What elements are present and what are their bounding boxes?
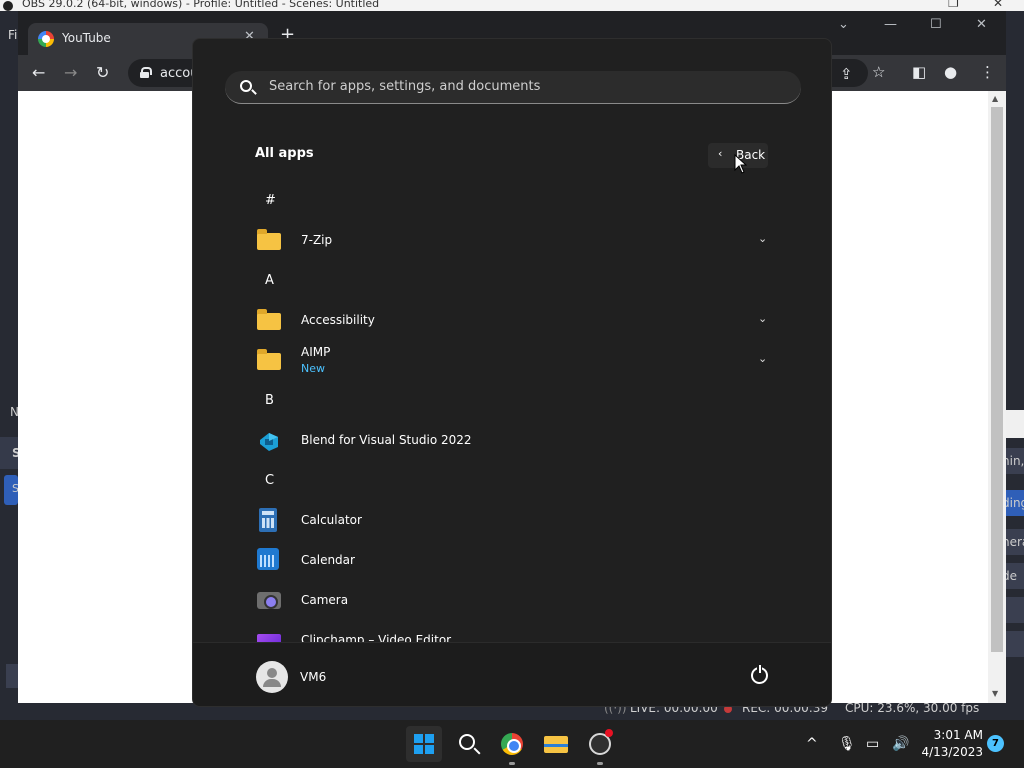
app-name: AIMP xyxy=(301,345,331,359)
calculator-icon xyxy=(259,508,277,532)
tab-title: YouTube xyxy=(62,31,111,45)
folder-icon xyxy=(257,229,281,250)
app-name: Clipchamp – Video Editor xyxy=(301,633,452,642)
start-footer: VM6 xyxy=(193,642,831,706)
chevron-down-icon[interactable]: ⌄ xyxy=(758,232,767,245)
minimize-icon[interactable]: — xyxy=(884,17,897,32)
chevron-down-icon[interactable]: ⌄ xyxy=(758,352,767,365)
obs-menu-file[interactable]: Fi xyxy=(8,28,17,42)
app-clipchamp[interactable]: Clipchamp – Video Editor xyxy=(253,620,773,642)
blend-icon xyxy=(260,433,278,451)
obs-close-icon[interactable]: ✕ xyxy=(993,0,1003,10)
scroll-up-icon[interactable]: ▲ xyxy=(992,94,998,103)
scroll-thumb[interactable] xyxy=(991,107,1003,652)
app-name: 7-Zip xyxy=(301,233,333,247)
app-camera[interactable]: Camera xyxy=(253,580,773,620)
search-icon xyxy=(459,734,475,750)
maximize-icon[interactable]: ☐ xyxy=(930,17,942,32)
obs-add-button[interactable] xyxy=(6,664,18,688)
chrome-icon xyxy=(501,733,523,755)
page-scrollbar[interactable]: ▲ ▼ xyxy=(988,91,1006,703)
more-menu-icon[interactable]: ⋮ xyxy=(980,63,995,81)
taskbar-search-button[interactable] xyxy=(450,726,486,762)
start-menu: Search for apps, settings, and documents… xyxy=(192,38,832,707)
side-panel-icon[interactable]: ◧ xyxy=(912,63,926,81)
search-icon xyxy=(240,80,252,92)
start-search-input[interactable]: Search for apps, settings, and documents xyxy=(225,71,801,104)
back-arrow-icon[interactable]: ← xyxy=(32,63,45,82)
bookmark-star-icon[interactable]: ☆ xyxy=(872,63,885,81)
folder-icon xyxy=(257,309,281,330)
app-name: Camera xyxy=(301,593,349,607)
folder-icon xyxy=(257,349,281,370)
section-letter[interactable]: B xyxy=(265,393,274,408)
obs-status-cpu: CPU: 23.6%, 30.00 fps xyxy=(845,701,980,715)
all-apps-list: # 7-Zip ⌄ A Accessibility ⌄ AIMP New ⌄ B xyxy=(193,179,831,642)
obs-logo-icon xyxy=(3,1,13,11)
recording-badge-icon xyxy=(605,729,613,737)
address-bar[interactable]: accou xyxy=(128,59,202,87)
taskbar: ^ 🎙 ▭ 🔊 3:01 AM 4/13/2023 7 xyxy=(0,720,1024,768)
clock-time[interactable]: 3:01 AM xyxy=(928,728,983,742)
user-name[interactable]: VM6 xyxy=(300,670,326,684)
volume-icon[interactable]: 🔊 xyxy=(892,736,909,752)
search-placeholder: Search for apps, settings, and documents xyxy=(269,79,541,94)
clock-date[interactable]: 4/13/2023 xyxy=(918,745,983,759)
reload-icon[interactable]: ↻ xyxy=(96,63,109,82)
start-button[interactable] xyxy=(406,726,442,762)
camera-icon xyxy=(257,592,281,609)
close-window-icon[interactable]: ✕ xyxy=(976,17,987,32)
obs-titlebar: OBS 29.0.2 (64-bit, windows) - Profile: … xyxy=(0,0,1024,11)
app-calculator[interactable]: Calculator xyxy=(253,500,773,540)
section-letter[interactable]: C xyxy=(265,473,274,488)
clipchamp-icon xyxy=(257,634,281,642)
user-avatar-icon[interactable] xyxy=(256,661,288,693)
file-explorer-icon xyxy=(544,736,568,753)
power-icon[interactable] xyxy=(751,664,768,684)
obs-window-title: OBS 29.0.2 (64-bit, windows) - Profile: … xyxy=(22,0,380,10)
chevron-down-icon[interactable]: ⌄ xyxy=(758,312,767,325)
chevron-left-icon: ‹ xyxy=(718,147,723,160)
network-icon[interactable]: ▭ xyxy=(866,736,879,752)
mouse-cursor-icon xyxy=(734,154,747,174)
running-indicator xyxy=(597,762,603,765)
app-name: Calendar xyxy=(301,553,355,567)
notification-badge[interactable]: 7 xyxy=(987,735,1004,752)
obs-right-panel-top xyxy=(1006,410,1024,438)
app-name: Accessibility xyxy=(301,313,375,327)
app-7zip[interactable]: 7-Zip ⌄ xyxy=(253,220,773,260)
forward-arrow-icon[interactable]: → xyxy=(64,63,77,82)
profile-icon[interactable]: ● xyxy=(944,63,957,81)
app-aimp[interactable]: AIMP New ⌄ xyxy=(253,340,773,380)
section-letter[interactable]: # xyxy=(265,193,276,208)
running-indicator xyxy=(509,762,515,765)
windows-logo-icon xyxy=(414,734,434,754)
google-favicon-icon xyxy=(38,31,54,47)
scroll-down-icon[interactable]: ▼ xyxy=(992,689,998,698)
tab-search-icon[interactable]: ⌄ xyxy=(838,17,849,32)
app-calendar[interactable]: Calendar xyxy=(253,540,773,580)
show-hidden-icons-chevron-icon[interactable]: ^ xyxy=(806,736,818,752)
new-badge: New xyxy=(301,362,325,375)
app-accessibility[interactable]: Accessibility ⌄ xyxy=(253,300,773,340)
section-letter[interactable]: A xyxy=(265,273,274,288)
lock-icon xyxy=(140,67,152,78)
address-bar-end[interactable]: ⇪ xyxy=(828,59,868,87)
taskbar-obs[interactable] xyxy=(582,726,618,765)
calendar-icon xyxy=(257,548,279,570)
app-name: Blend for Visual Studio 2022 xyxy=(301,433,472,447)
obs-restore-icon[interactable]: ❐ xyxy=(948,0,959,10)
taskbar-chrome[interactable] xyxy=(494,726,530,765)
microphone-icon[interactable]: 🎙 xyxy=(838,736,856,752)
all-apps-heading: All apps xyxy=(255,146,314,161)
app-name: Calculator xyxy=(301,513,362,527)
share-icon[interactable]: ⇪ xyxy=(840,65,853,83)
app-blend[interactable]: Blend for Visual Studio 2022 xyxy=(253,420,773,460)
taskbar-file-explorer[interactable] xyxy=(538,726,574,762)
